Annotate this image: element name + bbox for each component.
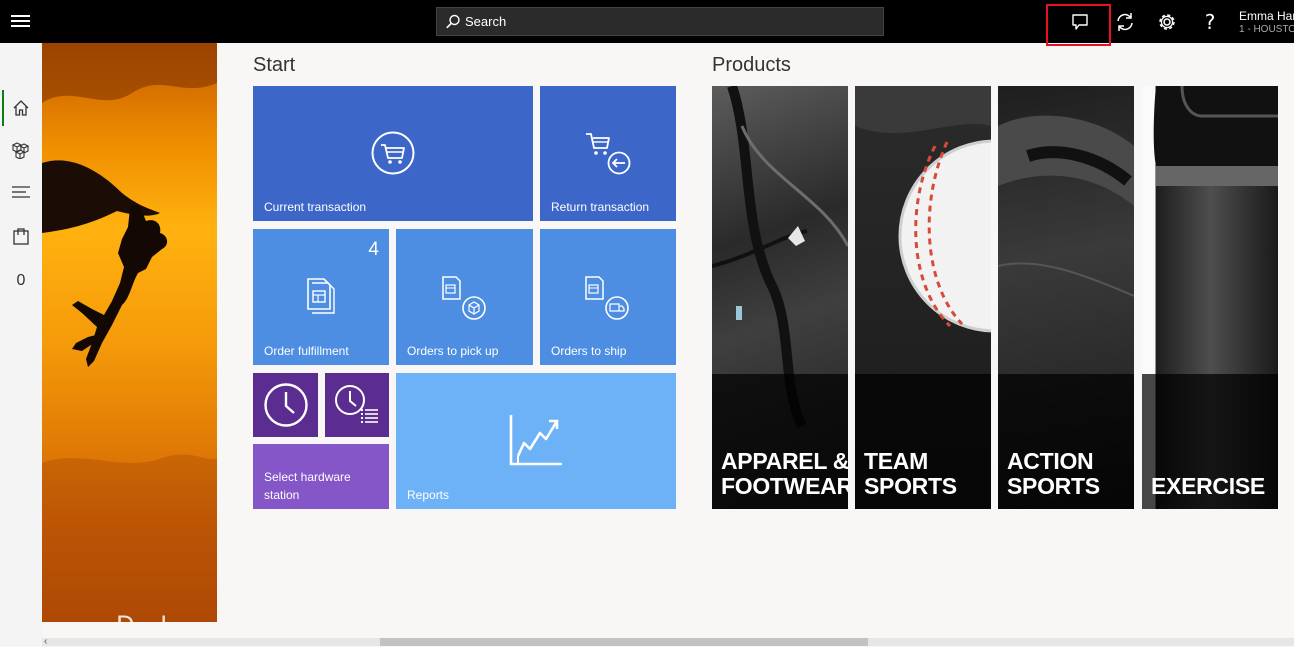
bag-icon <box>13 228 29 245</box>
nav-products[interactable] <box>0 132 42 168</box>
product-label-line2: EXERCISE <box>1151 473 1265 499</box>
order-fulfillment-count: 4 <box>368 239 379 260</box>
home-icon <box>13 100 29 116</box>
nav-cart-count[interactable]: 0 <box>0 263 42 299</box>
product-label: APPAREL & FOOTWEAR <box>721 449 848 499</box>
clock-icon <box>264 383 308 427</box>
product-label: EXERCISE <box>1151 474 1265 499</box>
cart-count: 0 <box>16 272 26 289</box>
search-input[interactable] <box>465 8 865 35</box>
orders-to-ship-label: Orders to ship <box>551 344 627 358</box>
product-team-sports[interactable]: TEAM SPORTS <box>855 86 991 509</box>
return-cart-icon <box>586 133 631 175</box>
scroll-left-icon[interactable]: ‹ <box>44 636 47 647</box>
orders-icon <box>12 186 30 198</box>
return-transaction-label: Return transaction <box>551 200 650 214</box>
order-fulfillment-tile[interactable]: 4 Order fulfillment <box>253 229 389 365</box>
help-icon[interactable]: ? <box>1196 8 1224 36</box>
order-fulfillment-label: Order fulfillment <box>264 344 349 358</box>
product-label-line1: TEAM <box>864 448 928 474</box>
time-log-tile[interactable] <box>325 373 389 437</box>
product-label: TEAM SPORTS <box>864 449 957 499</box>
product-label-line2: SPORTS <box>1007 473 1100 499</box>
start-title: Start <box>253 54 296 76</box>
reports-label: Reports <box>407 488 450 502</box>
orders-to-ship-tile[interactable]: Orders to ship <box>540 229 676 365</box>
product-apparel-footwear[interactable]: APPAREL & FOOTWEAR <box>712 86 848 509</box>
clock-list-icon <box>335 385 378 423</box>
time-clock-tile[interactable] <box>253 373 318 437</box>
product-label-line2: SPORTS <box>864 473 957 499</box>
products-title: Products <box>712 54 791 76</box>
user-info[interactable]: Emma Har 1 - HOUSTO <box>1239 9 1294 37</box>
left-nav: 0 <box>0 43 42 646</box>
scrollbar-thumb[interactable] <box>380 638 868 646</box>
return-transaction-tile[interactable]: Return transaction <box>540 86 676 221</box>
settings-icon[interactable] <box>1153 8 1181 36</box>
help-glyph: ? <box>1204 10 1216 34</box>
reports-tile[interactable]: Reports <box>396 373 676 509</box>
select-hardware-station-tile[interactable]: Select hardware station <box>253 444 389 509</box>
top-bar: ? Emma Har 1 - HOUSTO <box>0 0 1294 46</box>
product-label: ACTION SPORTS <box>1007 449 1100 499</box>
products-icon <box>11 142 30 159</box>
order-document-icon <box>307 278 335 314</box>
user-store: 1 - HOUSTO <box>1239 24 1294 35</box>
current-transaction-label: Current transaction <box>264 200 367 214</box>
orders-to-pick-up-label: Orders to pick up <box>407 344 499 358</box>
reports-chart-icon <box>509 415 562 466</box>
user-name: Emma Har <box>1239 9 1294 23</box>
hero-image: D I S C <box>42 43 217 622</box>
hero-text: D I S C <box>116 611 217 622</box>
highlight-box <box>1046 4 1111 46</box>
product-action-sports[interactable]: ACTION SPORTS <box>998 86 1134 509</box>
product-label-line2: FOOTWEAR <box>721 473 848 499</box>
nav-home[interactable] <box>0 90 42 126</box>
product-label-line1: ACTION <box>1007 448 1094 474</box>
menu-icon[interactable] <box>0 0 42 43</box>
search-box[interactable] <box>436 7 884 36</box>
ship-truck-icon <box>585 276 629 320</box>
product-label-line1: APPAREL & <box>721 448 848 474</box>
nav-bag[interactable] <box>0 218 42 254</box>
nav-orders[interactable] <box>0 174 42 210</box>
cart-icon <box>371 131 415 175</box>
search-icon <box>446 14 460 29</box>
select-hardware-station-label: Select hardware station <box>264 470 351 502</box>
product-exercise[interactable]: EXERCISE <box>1142 86 1278 509</box>
current-transaction-tile[interactable]: Current transaction <box>253 86 533 221</box>
refresh-icon[interactable] <box>1111 8 1139 36</box>
orders-to-pick-up-tile[interactable]: Orders to pick up <box>396 229 533 365</box>
pickup-package-icon <box>442 276 486 320</box>
